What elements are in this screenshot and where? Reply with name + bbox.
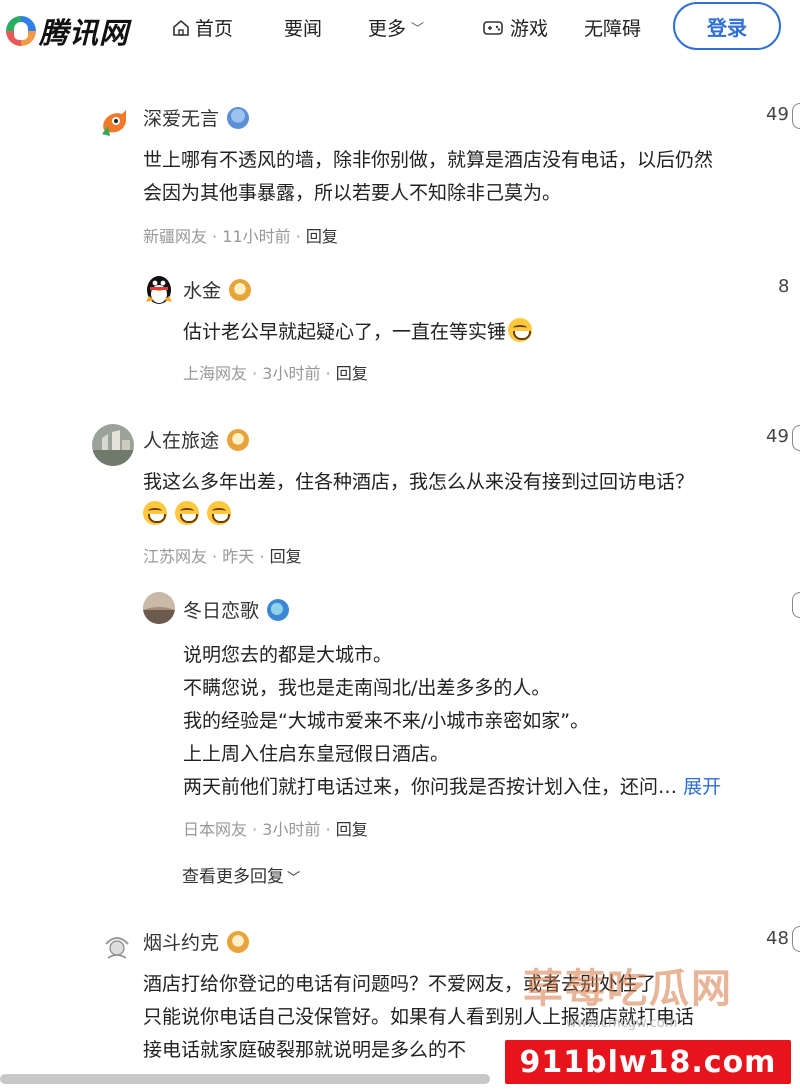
avatar[interactable] — [92, 424, 134, 466]
comment-meta: 江苏网友 · 昨天 · 回复 — [143, 547, 302, 566]
nav-games[interactable]: 游戏 — [482, 14, 548, 41]
reply-time: 3小时前 — [262, 820, 321, 839]
reply-time: 3小时前 — [262, 364, 321, 383]
like-icon[interactable] — [792, 926, 800, 952]
avatar[interactable] — [144, 272, 174, 306]
like-count[interactable]: 8 — [778, 276, 789, 297]
ad-text: 911blw18.com — [519, 1044, 777, 1080]
watermark-site-name: 草莓吃瓜网 — [523, 966, 733, 1012]
emoji-row — [143, 499, 694, 532]
comment-username[interactable]: 人在旅途 — [143, 426, 250, 453]
reply-button[interactable]: 回复 — [306, 227, 338, 246]
comment-username[interactable]: 深爱无言 — [143, 104, 250, 131]
reply-location: 日本网友 — [183, 820, 248, 839]
level-badge-icon — [227, 428, 250, 451]
reply-button[interactable]: 回复 — [336, 820, 368, 839]
site-logo[interactable]: 腾讯网 — [6, 10, 129, 52]
like-count[interactable]: 48 — [766, 928, 789, 949]
nav-more-dropdown[interactable]: 更多 ﹀ — [368, 14, 424, 41]
like-icon[interactable] — [792, 103, 800, 129]
comment-meta: 新疆网友 · 11小时前 · 回复 — [143, 227, 338, 246]
reply-meta: 上海网友 · 3小时前 · 回复 — [183, 364, 368, 383]
level-badge-icon — [227, 106, 250, 129]
level-badge-icon — [227, 930, 250, 953]
laugh-emoji-icon — [207, 501, 231, 525]
reply-location: 上海网友 — [183, 364, 248, 383]
ad-banner[interactable]: 911blw18.com — [505, 1040, 791, 1084]
top-navigation-bar: 腾讯网 首页 要闻 更多 ﹀ 游戏 无障碍 登录 — [0, 0, 800, 72]
horizontal-scrollbar[interactable] — [0, 1074, 490, 1084]
avatar[interactable] — [143, 592, 175, 624]
nav-home-label: 首页 — [195, 18, 234, 40]
level-badge-icon — [229, 278, 252, 301]
home-icon — [172, 19, 190, 37]
like-count[interactable]: 49 — [766, 104, 789, 125]
reply-username[interactable]: 冬日恋歌 — [183, 596, 290, 623]
nav-news[interactable]: 要闻 — [284, 14, 322, 41]
comment-location: 江苏网友 — [143, 547, 208, 566]
comment-text: 我这么多年出差，住各种酒店，我怎么从来没有接到过回访电话？ — [143, 466, 694, 532]
comment-time: 昨天 — [222, 547, 255, 566]
nav-home[interactable]: 首页 — [172, 14, 233, 41]
nav-news-label: 要闻 — [284, 18, 323, 40]
laugh-emoji-icon — [175, 501, 199, 525]
comment-location: 新疆网友 — [143, 227, 208, 246]
login-button[interactable]: 登录 — [673, 2, 781, 50]
gamepad-icon — [482, 19, 504, 37]
nav-games-label: 游戏 — [510, 18, 549, 40]
avatar[interactable] — [100, 928, 134, 962]
nav-more-label: 更多 — [368, 18, 407, 40]
reply-text: 估计老公早就起疑心了，一直在等实锤 — [183, 316, 540, 349]
like-count[interactable]: 49 — [766, 426, 789, 447]
tencent-logo-icon — [6, 16, 36, 46]
expand-link[interactable]: 展开 — [683, 776, 721, 798]
level-badge-icon — [267, 598, 290, 621]
reply-username[interactable]: 水金 — [183, 276, 252, 303]
laugh-emoji-icon — [508, 318, 533, 342]
logo-text: 腾讯网 — [39, 16, 130, 50]
reply-button[interactable]: 回复 — [270, 547, 302, 566]
chevron-down-icon: ﹀ — [287, 871, 301, 886]
comment-text: 世上哪有不透风的墙，除非你别做，就算是酒店没有电话，以后仍然 会因为其他事暴露，… — [143, 149, 714, 204]
reply-meta: 日本网友 · 3小时前 · 回复 — [183, 820, 368, 839]
avatar[interactable] — [96, 104, 132, 140]
chevron-down-icon: ﹀ — [411, 22, 425, 37]
comment-username[interactable]: 烟斗约克 — [143, 928, 250, 955]
like-icon[interactable] — [792, 425, 800, 451]
like-icon[interactable] — [792, 592, 800, 618]
reply-button[interactable]: 回复 — [336, 364, 368, 383]
watermark-url: www.cmcgw.com — [566, 1016, 678, 1031]
nav-accessibility-label: 无障碍 — [584, 18, 642, 40]
reply-text: 说明您去的都是大城市。 不瞒您说，我也是走南闯北/出差多多的人。 我的经验是“大… — [183, 644, 722, 798]
view-more-replies-button[interactable]: 查看更多回复 ﹀ — [182, 862, 300, 887]
laugh-emoji-icon — [143, 501, 167, 525]
nav-accessibility[interactable]: 无障碍 — [584, 14, 641, 41]
comment-time: 11小时前 — [222, 227, 291, 246]
